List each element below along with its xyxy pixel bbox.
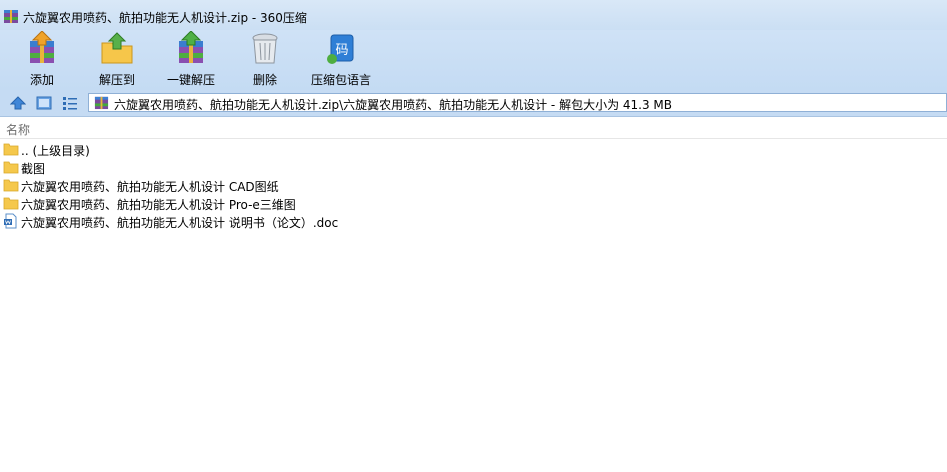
one-click-extract-icon <box>179 31 203 63</box>
column-header-label: 名称 <box>6 123 31 137</box>
extract-to-button[interactable]: 解压到 <box>90 30 144 88</box>
toolbar: 添加 解压到 一键解压 删除 码 压缩包语言 <box>0 30 947 90</box>
list-item[interactable]: 六旋翼农用喷药、航拍功能无人机设计 CAD图纸 <box>0 176 947 194</box>
one-click-extract-label: 一键解压 <box>166 73 215 87</box>
list-item-name: .. (上级目录) <box>21 144 90 158</box>
column-header-name[interactable]: 名称 <box>0 119 947 139</box>
folder-icon <box>3 197 19 210</box>
add-button[interactable]: 添加 <box>17 30 67 88</box>
up-arrow-icon[interactable] <box>10 95 26 111</box>
delete-label: 删除 <box>252 73 277 87</box>
extract-to-icon <box>101 32 133 64</box>
archive-icon <box>4 10 18 23</box>
address-bar: 六旋翼农用喷药、航拍功能无人机设计.zip\六旋翼农用喷药、航拍功能无人机设计 … <box>0 90 947 117</box>
folder-icon <box>3 143 19 156</box>
folder-icon <box>3 161 19 174</box>
encoding-icon-glyph: 码 <box>335 43 348 58</box>
list-item-parent-directory[interactable]: .. (上级目录) <box>0 140 947 158</box>
add-button-label: 添加 <box>29 73 54 87</box>
thumbnail-view-icon[interactable] <box>36 95 52 111</box>
encoding-icon: 码 <box>327 34 354 64</box>
extract-to-label: 解压到 <box>98 73 135 87</box>
list-view-icon[interactable] <box>62 95 78 111</box>
list-item-name: 截图 <box>21 162 46 176</box>
list-item-name: 六旋翼农用喷药、航拍功能无人机设计 Pro-e三维图 <box>21 198 296 212</box>
file-list: .. (上级目录) 截图 六旋翼农用喷药、航拍功能无人机设计 CAD图纸 六旋翼… <box>0 140 947 230</box>
list-item[interactable]: 六旋翼农用喷药、航拍功能无人机设计 Pro-e三维图 <box>0 194 947 212</box>
word-document-icon <box>4 213 17 229</box>
archive-encoding-label: 压缩包语言 <box>310 73 371 87</box>
archive-encoding-button[interactable]: 码 压缩包语言 <box>309 30 373 88</box>
folder-icon <box>3 179 19 192</box>
add-archive-icon <box>30 31 54 63</box>
list-item-name: 六旋翼农用喷药、航拍功能无人机设计 说明书（论文）.doc <box>21 216 339 230</box>
list-item-name: 六旋翼农用喷药、航拍功能无人机设计 CAD图纸 <box>21 180 279 194</box>
window-title: 六旋翼农用喷药、航拍功能无人机设计.zip - 360压缩 <box>23 11 307 25</box>
trash-icon <box>252 33 278 64</box>
address-path-text: 六旋翼农用喷药、航拍功能无人机设计.zip\六旋翼农用喷药、航拍功能无人机设计 … <box>114 98 673 112</box>
one-click-extract-button[interactable]: 一键解压 <box>164 30 218 88</box>
list-item[interactable]: 截图 <box>0 158 947 176</box>
list-item[interactable]: 六旋翼农用喷药、航拍功能无人机设计 说明书（论文）.doc <box>0 212 947 230</box>
delete-button[interactable]: 删除 <box>242 30 288 88</box>
archive-icon <box>94 96 109 110</box>
address-path-field[interactable]: 六旋翼农用喷药、航拍功能无人机设计.zip\六旋翼农用喷药、航拍功能无人机设计 … <box>88 93 947 112</box>
title-bar: 六旋翼农用喷药、航拍功能无人机设计.zip - 360压缩 <box>0 0 947 30</box>
